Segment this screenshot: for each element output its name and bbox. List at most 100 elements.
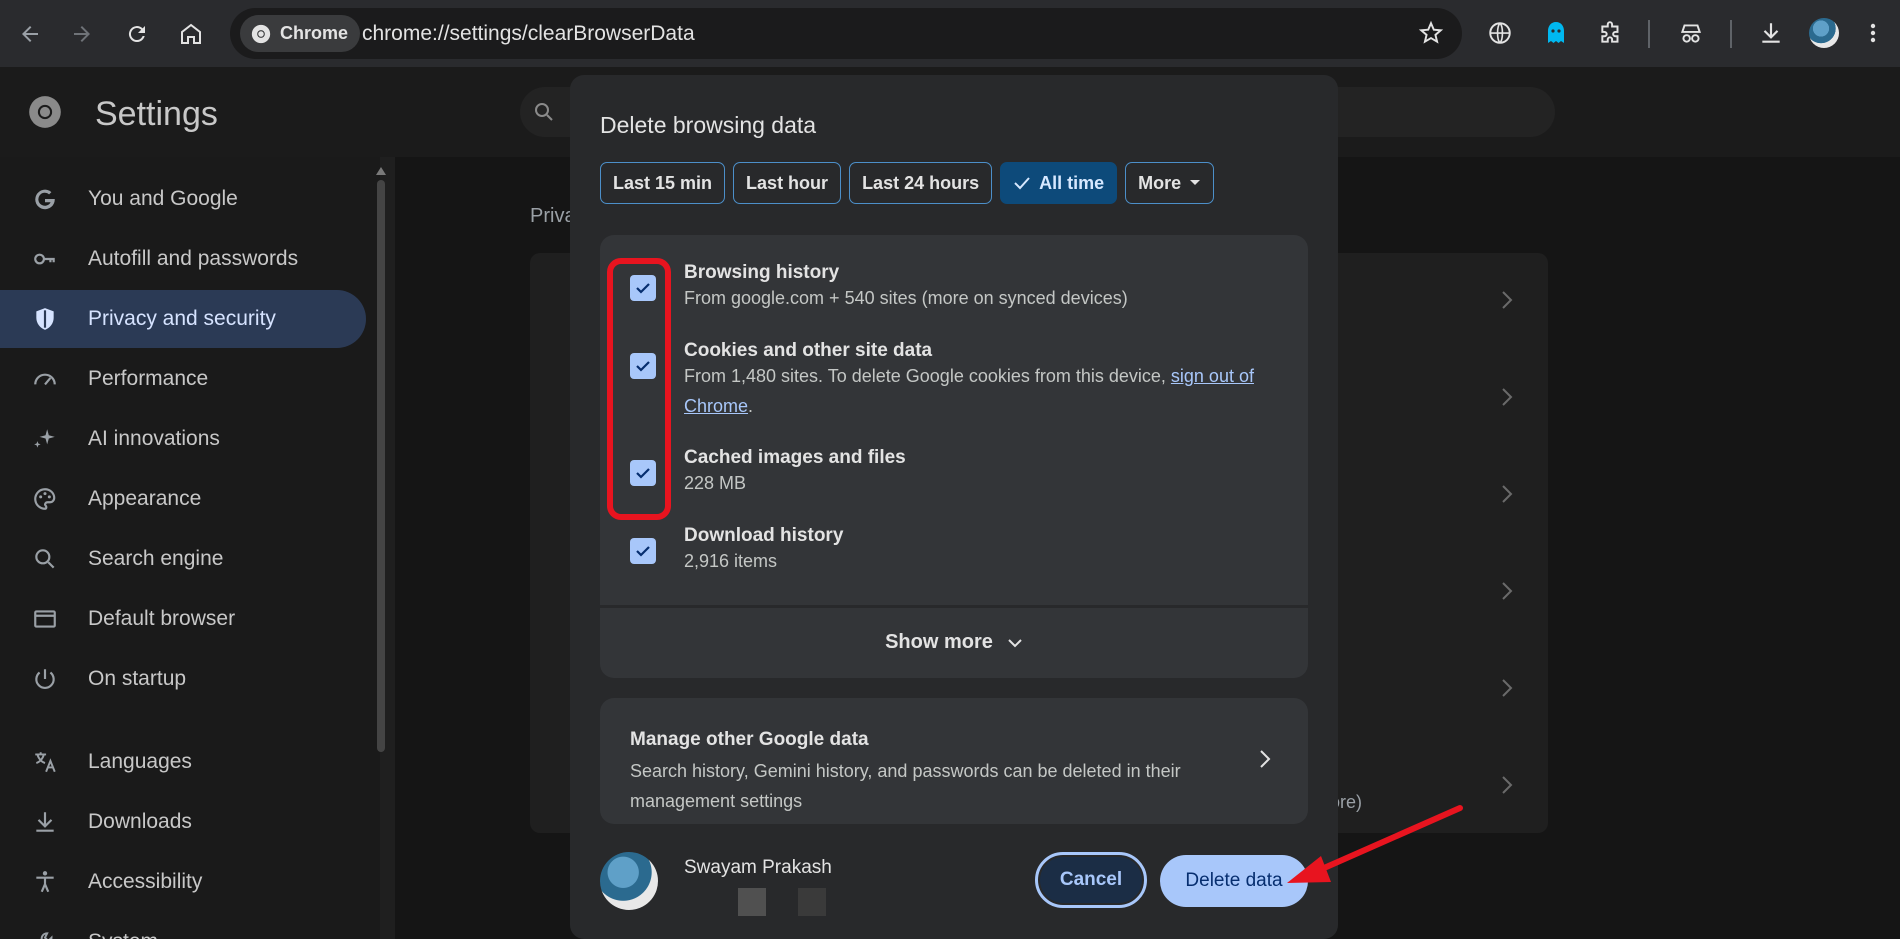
translate-button[interactable] <box>1484 17 1516 49</box>
bookmark-star-button[interactable] <box>1418 20 1444 51</box>
profile-avatar-button[interactable] <box>1808 17 1840 49</box>
time-range-chip-last-15-min[interactable]: Last 15 min <box>600 162 726 204</box>
sidebar-item-appearance[interactable]: Appearance <box>0 470 366 528</box>
item-subtitle: 228 MB <box>684 473 747 493</box>
reload-icon <box>128 26 145 43</box>
sidebar-item-default-browser[interactable]: Default browser <box>0 590 366 648</box>
chrome-menu-button[interactable] <box>1857 17 1889 49</box>
time-range-chip-last-hour[interactable]: Last hour <box>733 162 842 204</box>
sidebar-item-label: System <box>88 930 158 939</box>
manage-title: Manage other Google data <box>630 729 869 750</box>
sidebar-item-label: Downloads <box>88 810 192 833</box>
sidebar-item-privacy-and-security[interactable]: Privacy and security <box>0 290 366 348</box>
chip-label: More <box>1138 172 1182 193</box>
back-arrow-icon <box>22 26 38 42</box>
sidebar-item-label: Accessibility <box>88 870 203 893</box>
sidebar-item-accessibility[interactable]: Accessibility <box>0 853 366 911</box>
sidebar-item-label: Search engine <box>88 547 224 570</box>
home-icon <box>181 23 201 44</box>
address-bar[interactable]: Chrome chrome://settings/clearBrowserDat… <box>230 8 1462 59</box>
ghost-icon <box>1548 22 1564 43</box>
redacted-email-block <box>738 888 766 916</box>
chevron-right-icon <box>1502 582 1513 600</box>
url-text[interactable]: chrome://settings/clearBrowserData <box>362 22 695 46</box>
incognito-icon <box>1680 24 1702 43</box>
item-title: Cached images and files <box>684 447 906 468</box>
manage-google-data-row[interactable]: Manage other Google data Search history,… <box>600 698 1308 824</box>
chevron-down-icon <box>1008 638 1022 647</box>
item-title: Download history <box>684 525 844 546</box>
divider <box>600 605 1308 608</box>
chrome-logo-icon <box>251 24 271 43</box>
dropdown-arrow-icon <box>1190 180 1201 185</box>
sidebar-item-performance[interactable]: Performance <box>0 350 366 408</box>
sidebar-item-ai-innovations[interactable]: AI innovations <box>0 410 366 468</box>
sidebar-item-you-and-google[interactable]: You and Google <box>0 170 366 228</box>
chevron-right-icon <box>1502 679 1513 697</box>
time-range-chip-last-24-hours[interactable]: Last 24 hours <box>849 162 993 204</box>
item-subtitle-suffix: . <box>748 396 754 416</box>
download-history-checkbox[interactable] <box>630 538 656 564</box>
item-title: Cookies and other site data <box>684 340 933 361</box>
sidebar-item-on-startup[interactable]: On startup <box>0 650 366 708</box>
sidebar-item-label: Performance <box>88 367 209 390</box>
sidebar-item-label: Privacy and security <box>88 307 276 330</box>
download-icon <box>30 807 60 837</box>
sidebar-item-label: Languages <box>88 750 192 773</box>
browser-window-icon <box>30 604 60 634</box>
puzzle-icon <box>1601 21 1619 43</box>
chevron-right-icon <box>1502 291 1513 309</box>
chevron-right-icon <box>1502 776 1513 794</box>
time-range-chip-more[interactable]: More <box>1125 162 1215 204</box>
sidebar-item-system[interactable]: System <box>0 913 366 939</box>
ghostery-extension-button[interactable] <box>1540 17 1572 49</box>
power-icon <box>30 664 60 694</box>
cancel-button[interactable]: Cancel <box>1035 852 1147 908</box>
chip-label: Last 15 min <box>613 172 713 193</box>
translate-icon <box>30 747 60 777</box>
downloads-button[interactable] <box>1755 17 1787 49</box>
accessibility-icon <box>30 867 60 897</box>
speedometer-icon <box>30 364 60 394</box>
download-icon <box>1762 23 1780 43</box>
sidebar-item-downloads[interactable]: Downloads <box>0 793 366 851</box>
item-subtitle-text: From 1,480 sites. To delete Google cooki… <box>684 366 1171 386</box>
scroll-up-arrow-icon <box>376 167 386 175</box>
time-range-chips: Last 15 min Last hour Last 24 hours All tim… <box>600 162 1215 204</box>
globe-icon <box>1489 22 1511 44</box>
item-subtitle: From 1,480 sites. To delete Google cooki… <box>684 361 1284 421</box>
home-button[interactable] <box>171 14 211 54</box>
key-icon <box>30 244 60 274</box>
chevron-right-icon <box>1502 485 1513 503</box>
sparkle-icon <box>30 424 60 454</box>
checkmark-icon <box>1014 177 1030 190</box>
account-name: Swayam Prakash <box>684 857 832 878</box>
sidebar-item-languages[interactable]: Languages <box>0 733 366 791</box>
show-more-button[interactable]: Show more <box>600 620 1308 665</box>
manage-subtitle: Search history, Gemini history, and pass… <box>630 761 1181 811</box>
item-subtitle: From google.com + 540 sites (more on syn… <box>684 288 1128 308</box>
red-arrow-annotation <box>1287 805 1463 883</box>
site-info-chip[interactable]: Chrome <box>240 15 361 52</box>
star-icon <box>1418 20 1444 44</box>
sidebar-item-label: Autofill and passwords <box>88 247 299 270</box>
delete-browsing-data-dialog: Delete browsing data Last 15 min Last hou… <box>570 75 1338 939</box>
sidebar-item-autofill-and-passwords[interactable]: Autofill and passwords <box>0 230 366 288</box>
chip-label: All time <box>1039 172 1105 193</box>
reload-button[interactable] <box>117 14 157 54</box>
three-dots-vertical-icon <box>1870 23 1876 43</box>
sidebar-scroll-thumb[interactable] <box>377 180 385 752</box>
chevron-right-icon <box>1260 750 1271 768</box>
forward-button[interactable] <box>62 14 102 54</box>
checkbox-highlight-annotation <box>607 258 671 520</box>
chip-label: Last 24 hours <box>862 172 980 193</box>
extensions-button[interactable] <box>1595 17 1627 49</box>
sidebar-item-search-engine[interactable]: Search engine <box>0 530 366 588</box>
search-icon <box>30 544 60 574</box>
chip-label: Last hour <box>746 172 829 193</box>
back-button[interactable] <box>10 14 50 54</box>
google-g-icon <box>30 184 60 214</box>
time-range-chip-all-time[interactable]: All time <box>1000 162 1118 204</box>
incognito-button[interactable] <box>1675 17 1707 49</box>
chrome-logo-icon <box>29 96 61 128</box>
